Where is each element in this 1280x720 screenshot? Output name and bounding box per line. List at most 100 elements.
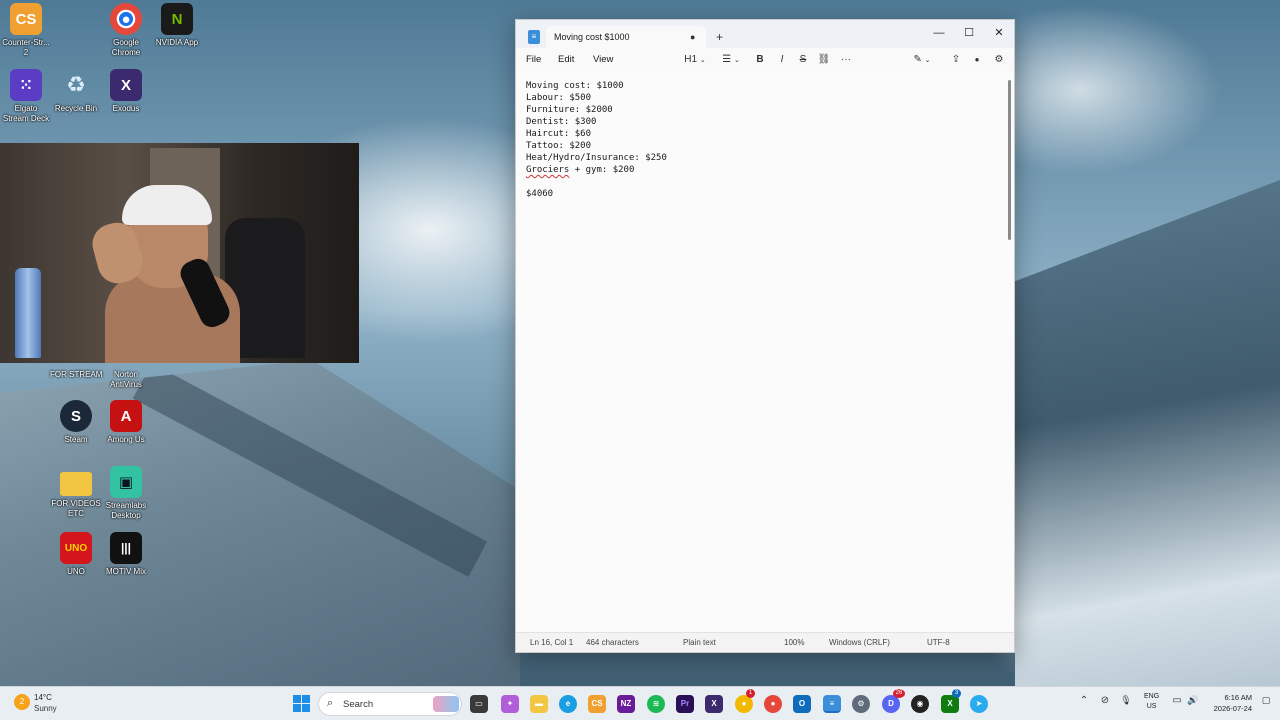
desktop-icon-label: Elgato Stream Deck [2,104,50,123]
tab-moving-cost[interactable]: Moving cost $1000 ● [546,26,706,50]
settings-button[interactable]: ⚙ [991,52,1007,68]
desktop-icon-for-stream[interactable]: FOR STREAM [50,367,102,380]
desktop-icon-label: Steam [64,435,88,444]
minimize-button[interactable]: — [924,22,954,44]
desktop-icon-label: Exodus [112,104,140,113]
nvidia-icon: N [161,3,193,35]
chevron-down-icon: ⌄ [924,57,931,64]
system-clock[interactable]: 6:16 AM 2026-07-24 [1208,692,1252,714]
menu-edit[interactable]: Edit [558,54,574,65]
desktop-icon-norton-antivirus[interactable]: Norton AntiVirus [100,367,152,390]
strikethrough-button[interactable]: S [795,52,811,68]
desktop-icon-label: Google Chrome [111,38,141,57]
desktop-icon-streamlabs-desktop[interactable]: ▣ Streamlabs Desktop [100,466,152,521]
desktop-icon-among-us[interactable]: A Among Us [100,400,152,445]
editor-line: Heat/Hydro/Insurance: $250 [526,153,667,163]
taskbar-app-chrome[interactable]: ● [764,695,782,713]
more-button[interactable]: ··· [838,52,854,68]
microphone-icon[interactable]: 🎙 [1118,695,1134,706]
taskbar-app-copilot[interactable]: ✦ [501,695,519,713]
recycle-bin-icon: ♻ [66,72,86,97]
input-language[interactable]: ENG US [1144,692,1159,712]
taskbar-app-nzxt[interactable]: NZ [617,695,635,713]
taskbar-app-counter-strike[interactable]: CS [588,695,606,713]
desktop-icon-motiv-mix[interactable]: ||| MOTIV Mix [100,532,152,577]
notepad-window[interactable]: ≡ Moving cost $1000 ● + — ☐ ✕ File Edit … [515,19,1015,653]
share-button[interactable]: ⇪ [948,52,964,68]
menu-view[interactable]: View [593,54,613,65]
editor-line: Grociers + gym: $200 [526,164,667,176]
taskbar-app-notepad[interactable]: ≡ [823,695,841,713]
steam-icon: S [60,400,92,432]
network-off-icon[interactable]: ⊘ [1097,695,1113,706]
taskbar-app-exodus[interactable]: X [705,695,723,713]
unsaved-dot-icon[interactable]: ● [690,32,695,42]
taskbar-search[interactable]: ⌕ Search [318,692,462,716]
desktop-icon-counter-strike[interactable]: CS Counter-Str... 2 [0,3,52,58]
chevron-down-icon: ⌄ [733,57,740,64]
taskbar-app-obs[interactable]: ◉ [911,695,929,713]
taskbar-app-folder[interactable]: ▬ [530,695,548,713]
account-button[interactable]: ● [969,52,985,68]
taskbar-app-outlook[interactable]: O [793,695,811,713]
webcam-person-cap [122,185,212,225]
among-us-icon: A [110,400,142,432]
line-ending[interactable]: Windows (CRLF) [829,638,890,647]
taskbar-app-spotify[interactable]: ≋ [647,695,665,713]
editor-line: Labour: $500 [526,93,592,103]
notification-badge: 3 [952,689,961,698]
start-button[interactable] [293,695,310,712]
encoding[interactable]: UTF-8 [927,638,950,647]
desktop-icon-for-videos-etc[interactable]: FOR VIDEOS ETC [50,466,102,519]
desktop-icon-steam[interactable]: S Steam [50,400,102,445]
menu-bar: File Edit View H1 ⌄ ☰ ⌄ B I S ⛓ ··· ✎ ⌄ … [516,48,1014,72]
taskbar-app-edge[interactable]: e [559,695,577,713]
desktop-icon-exodus[interactable]: X Exodus [100,69,152,114]
editor-content[interactable]: Moving cost: $1000 Labour: $500 Furniture:… [526,80,667,200]
list-dropdown[interactable]: ☰ ⌄ [716,52,746,68]
new-tab-button[interactable]: + [716,30,723,44]
editor-line-rest: + gym: $200 [569,165,635,175]
italic-button[interactable]: I [774,52,790,68]
taskbar-app-premiere[interactable]: Pr [676,695,694,713]
taskbar-app-settings[interactable]: ⚙ [852,695,870,713]
editor-line: Haircut: $60 [526,129,592,139]
text-editor[interactable]: Moving cost: $1000 Labour: $500 Furniture:… [516,72,1014,632]
clock-time: 6:16 AM [1224,693,1252,702]
desktop-icon-google-chrome[interactable]: ● Google Chrome [100,3,152,58]
chrome-icon: ● [110,3,142,35]
webcam-overlay [0,143,359,363]
taskbar-app-telegram[interactable]: ➤ [970,695,988,713]
search-icon: ⌕ [327,697,334,709]
desktop-icon-nvidia-app[interactable]: N NVIDIA App [151,3,203,48]
bold-button[interactable]: B [752,52,768,68]
zoom-level[interactable]: 100% [784,638,804,647]
vertical-scrollbar[interactable] [1008,80,1011,240]
notification-center-icon[interactable]: ▢ [1258,695,1274,706]
format-indicator[interactable]: Plain text [683,638,716,647]
list-icon: ☰ [722,54,732,65]
notepad-app-icon: ≡ [528,30,540,44]
close-button[interactable]: ✕ [984,22,1014,44]
maximize-button[interactable]: ☐ [954,22,984,44]
search-highlight-icon [433,696,459,712]
link-button[interactable]: ⛓ [816,52,832,68]
title-bar[interactable]: ≡ Moving cost $1000 ● + — ☐ ✕ [516,20,1014,50]
desktop-icon-label: Streamlabs Desktop [105,501,147,520]
heading-dropdown[interactable]: H1 ⌄ [680,52,710,68]
desktop-icon-label: MOTIV Mix [106,567,146,576]
language-code: ENG [1144,693,1160,700]
desktop-icon-uno[interactable]: UNO UNO [50,532,102,577]
desktop-icon-elgato-stream-deck[interactable]: ⁙ Elgato Stream Deck [0,69,52,124]
display-icon[interactable]: ▭ [1169,695,1185,706]
taskbar-app-file-explorer[interactable]: ▭ [470,695,488,713]
link-icon: ⛓ [817,54,831,65]
desktop-icon-recycle-bin[interactable]: ♻ Recycle Bin [50,69,102,114]
tray-chevron-icon[interactable]: ⌃ [1076,695,1092,706]
editor-line: Moving cost: $1000 [526,81,624,91]
streamlabs-icon: ▣ [110,466,142,498]
menu-file[interactable]: File [526,54,541,65]
misspelled-word[interactable]: Grociers [526,165,569,175]
copilot-dropdown[interactable]: ✎ ⌄ [908,52,936,68]
volume-icon[interactable]: 🔊 [1185,695,1201,706]
